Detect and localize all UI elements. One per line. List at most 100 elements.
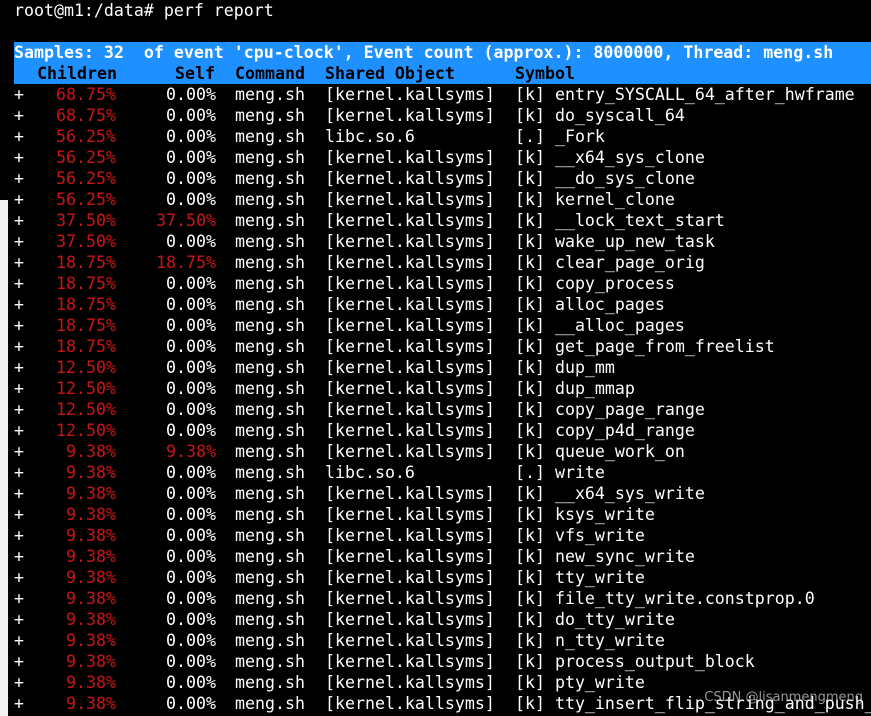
symbol-name: [k] pty_write xyxy=(515,673,645,692)
command-name: meng.sh xyxy=(235,400,305,419)
expand-toggle[interactable]: + xyxy=(14,315,24,336)
expand-toggle[interactable]: + xyxy=(14,84,24,105)
expand-toggle[interactable]: + xyxy=(14,189,24,210)
command-name: meng.sh xyxy=(235,652,305,671)
perf-entry-row[interactable]: +9.38% 0.00% meng.sh [kernel.kallsyms] [k] n… xyxy=(14,546,871,567)
self-percent: 0.00% xyxy=(166,694,216,713)
perf-entry-row[interactable]: +18.75% 18.75% meng.sh [kernel.kallsyms] [k]… xyxy=(14,252,871,273)
expand-toggle[interactable]: + xyxy=(14,693,24,714)
expand-toggle[interactable]: + xyxy=(14,651,24,672)
perf-entry-row[interactable]: +9.38% 0.00% meng.sh [kernel.kallsyms] [k] v… xyxy=(14,525,871,546)
expand-toggle[interactable]: + xyxy=(14,525,24,546)
perf-entry-row[interactable]: +18.75% 0.00% meng.sh [kernel.kallsyms] [k] … xyxy=(14,294,871,315)
perf-entry-row[interactable]: +9.38% 0.00% meng.sh [kernel.kallsyms] [k] _… xyxy=(14,483,871,504)
self-percent: 0.00% xyxy=(166,232,216,251)
perf-entry-row[interactable]: +9.38% 0.00% meng.sh [kernel.kallsyms] [k] k… xyxy=(14,504,871,525)
perf-entry-row[interactable]: +37.50% 0.00% meng.sh [kernel.kallsyms] [k] … xyxy=(14,231,871,252)
command-name: meng.sh xyxy=(235,463,305,482)
perf-entry-row[interactable]: +37.50% 37.50% meng.sh [kernel.kallsyms] [k]… xyxy=(14,210,871,231)
perf-entry-row[interactable]: +68.75% 0.00% meng.sh [kernel.kallsyms] [k] … xyxy=(14,84,871,105)
column-header-command[interactable]: Command xyxy=(235,63,305,84)
symbol-name: [k] do_tty_write xyxy=(515,610,675,629)
expand-toggle[interactable]: + xyxy=(14,504,24,525)
perf-entry-row[interactable]: +12.50% 0.00% meng.sh [kernel.kallsyms] [k] … xyxy=(14,420,871,441)
expand-toggle[interactable]: + xyxy=(14,441,24,462)
self-percent: 0.00% xyxy=(166,106,216,125)
expand-toggle[interactable]: + xyxy=(14,399,24,420)
children-percent: 9.38% xyxy=(66,652,116,671)
expand-toggle[interactable]: + xyxy=(14,231,24,252)
children-percent: 9.38% xyxy=(66,694,116,713)
perf-entry-row[interactable]: +68.75% 0.00% meng.sh [kernel.kallsyms] [k] … xyxy=(14,105,871,126)
expand-toggle[interactable]: + xyxy=(14,273,24,294)
column-header-symbol[interactable]: Symbol xyxy=(515,63,575,84)
perf-entry-row[interactable]: +9.38% 0.00% meng.sh [kernel.kallsyms] [k] d… xyxy=(14,609,871,630)
expand-toggle[interactable]: + xyxy=(14,546,24,567)
expand-toggle[interactable]: + xyxy=(14,462,24,483)
shared-object-name: [kernel.kallsyms] xyxy=(325,169,495,188)
expand-toggle[interactable]: + xyxy=(14,420,24,441)
expand-toggle[interactable]: + xyxy=(14,588,24,609)
perf-entry-row[interactable]: +9.38% 9.38% meng.sh [kernel.kallsyms] [k] q… xyxy=(14,441,871,462)
perf-entry-row[interactable]: +9.38% 0.00% meng.sh libc.so.6 [.] write xyxy=(14,462,871,483)
expand-toggle[interactable]: + xyxy=(14,126,24,147)
self-percent: 0.00% xyxy=(166,589,216,608)
expand-toggle[interactable]: + xyxy=(14,147,24,168)
symbol-name: [k] tty_write xyxy=(515,568,645,587)
self-percent: 0.00% xyxy=(166,463,216,482)
expand-toggle[interactable]: + xyxy=(14,357,24,378)
expand-toggle[interactable]: + xyxy=(14,252,24,273)
expand-toggle[interactable]: + xyxy=(14,294,24,315)
symbol-name: [k] wake_up_new_task xyxy=(515,232,715,251)
command-name: meng.sh xyxy=(235,211,305,230)
perf-entry-row[interactable]: +18.75% 0.00% meng.sh [kernel.kallsyms] [k] … xyxy=(14,336,871,357)
symbol-name: [k] dup_mmap xyxy=(515,379,635,398)
shared-object-name: [kernel.kallsyms] xyxy=(325,211,495,230)
expand-toggle[interactable]: + xyxy=(14,168,24,189)
expand-toggle[interactable]: + xyxy=(14,630,24,651)
expand-toggle[interactable]: + xyxy=(14,567,24,588)
expand-toggle[interactable]: + xyxy=(14,672,24,693)
perf-entry-row[interactable]: +9.38% 0.00% meng.sh [kernel.kallsyms] [k] p… xyxy=(14,651,871,672)
perf-entry-row[interactable]: +56.25% 0.00% meng.sh [kernel.kallsyms] [k] … xyxy=(14,147,871,168)
expand-toggle[interactable]: + xyxy=(14,609,24,630)
perf-entry-row[interactable]: +12.50% 0.00% meng.sh [kernel.kallsyms] [k] … xyxy=(14,378,871,399)
command-name: meng.sh xyxy=(235,610,305,629)
symbol-name: [k] __x64_sys_write xyxy=(515,484,705,503)
symbol-name: [k] do_syscall_64 xyxy=(515,106,685,125)
window-edge xyxy=(0,200,8,716)
expand-toggle[interactable]: + xyxy=(14,483,24,504)
shared-object-name: [kernel.kallsyms] xyxy=(325,316,495,335)
self-percent: 18.75% xyxy=(156,253,216,272)
column-header-shared-object[interactable]: Shared Object xyxy=(325,63,455,84)
column-header-self[interactable]: Self xyxy=(113,63,215,84)
expand-toggle[interactable]: + xyxy=(14,105,24,126)
shared-object-name: [kernel.kallsyms] xyxy=(325,148,495,167)
perf-entry-row[interactable]: +12.50% 0.00% meng.sh [kernel.kallsyms] [k] … xyxy=(14,357,871,378)
command-name: meng.sh xyxy=(235,526,305,545)
expand-toggle[interactable]: + xyxy=(14,336,24,357)
self-percent: 0.00% xyxy=(166,610,216,629)
perf-entry-row[interactable]: +18.75% 0.00% meng.sh [kernel.kallsyms] [k] … xyxy=(14,273,871,294)
perf-entry-row[interactable]: +56.25% 0.00% meng.sh [kernel.kallsyms] [k] … xyxy=(14,168,871,189)
perf-entry-row[interactable]: +56.25% 0.00% meng.sh libc.so.6 [.] _Fork xyxy=(14,126,871,147)
expand-toggle[interactable]: + xyxy=(14,378,24,399)
perf-entry-row[interactable]: +56.25% 0.00% meng.sh [kernel.kallsyms] [k] … xyxy=(14,189,871,210)
shared-object-name: [kernel.kallsyms] xyxy=(325,337,495,356)
self-percent: 0.00% xyxy=(166,526,216,545)
children-percent: 18.75% xyxy=(56,274,116,293)
command-name: meng.sh xyxy=(235,106,305,125)
perf-entry-row[interactable]: +9.38% 0.00% meng.sh [kernel.kallsyms] [k] f… xyxy=(14,588,871,609)
perf-entry-row[interactable]: +9.38% 0.00% meng.sh [kernel.kallsyms] [k] t… xyxy=(14,567,871,588)
symbol-name: [k] __alloc_pages xyxy=(515,316,685,335)
children-percent: 56.25% xyxy=(56,148,116,167)
perf-entry-row[interactable]: +12.50% 0.00% meng.sh [kernel.kallsyms] [k] … xyxy=(14,399,871,420)
perf-entry-row[interactable]: +9.38% 0.00% meng.sh [kernel.kallsyms] [k] n… xyxy=(14,630,871,651)
self-percent: 0.00% xyxy=(166,421,216,440)
shared-object-name: [kernel.kallsyms] xyxy=(325,631,495,650)
column-header-children[interactable]: Children xyxy=(33,63,117,84)
command-name: meng.sh xyxy=(235,694,305,713)
expand-toggle[interactable]: + xyxy=(14,210,24,231)
children-percent: 18.75% xyxy=(56,337,116,356)
perf-entry-row[interactable]: +18.75% 0.00% meng.sh [kernel.kallsyms] [k] … xyxy=(14,315,871,336)
